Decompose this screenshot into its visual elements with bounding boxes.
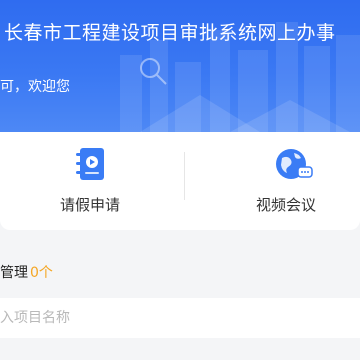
project-count-badge: 0个	[30, 265, 53, 281]
video-meeting-button[interactable]: 视频会议	[196, 132, 360, 230]
quick-actions-panel: 请假申请 视频会议	[0, 132, 360, 230]
page-title: 长春市工程建设项目审批系统网上办事	[4, 22, 336, 44]
leave-request-label: 请假申请	[59, 196, 120, 214]
search-placeholder: 入项目名称	[0, 310, 70, 326]
globe-chat-icon	[276, 149, 313, 179]
leave-request-button[interactable]: 请假申请	[0, 132, 180, 230]
notebook-icon	[76, 148, 104, 180]
project-section-header: 管理 0个	[0, 262, 53, 282]
project-search-box[interactable]: 入项目名称	[0, 298, 360, 338]
quick-actions-divider	[184, 152, 185, 200]
welcome-text: 可，欢迎您	[0, 79, 70, 95]
header-banner: 长春市工程建设项目审批系统网上办事 可，欢迎您	[0, 0, 360, 132]
section-title: 管理	[0, 265, 28, 281]
video-meeting-label: 视频会议	[255, 196, 316, 214]
